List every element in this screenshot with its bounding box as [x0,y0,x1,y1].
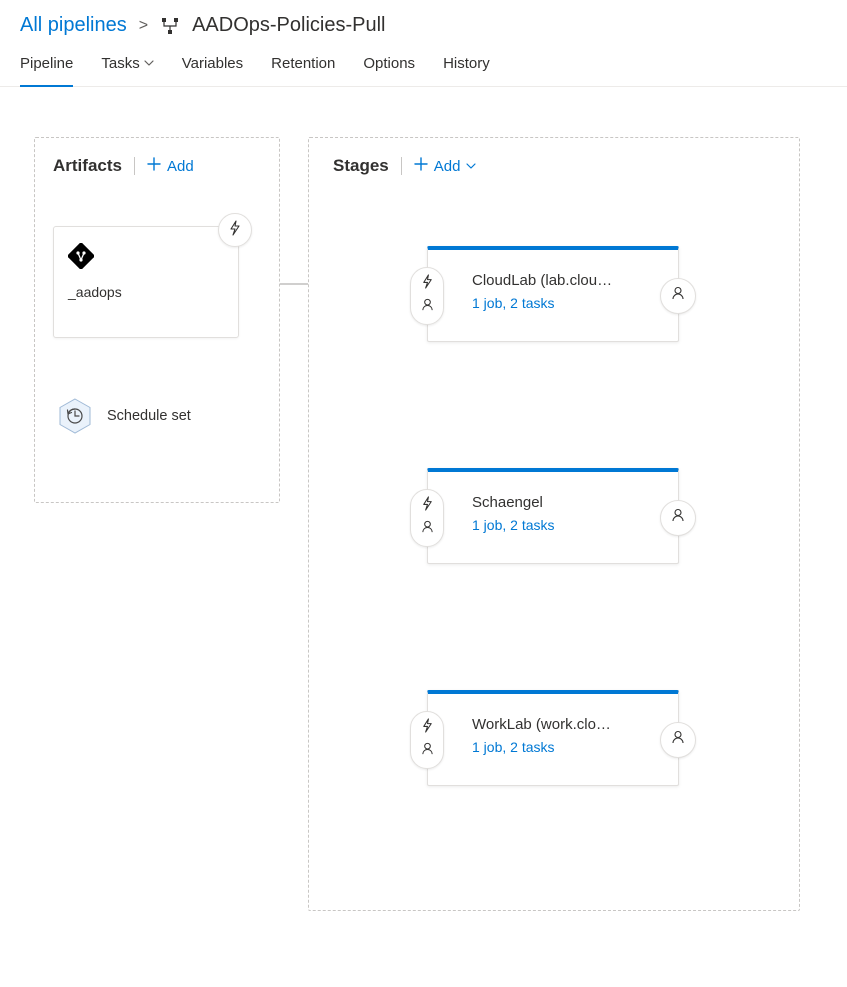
breadcrumb-root-link[interactable]: All pipelines [20,14,127,37]
person-icon [670,285,686,306]
post-deployment-conditions-button[interactable] [660,278,696,314]
tab-tasks-label: Tasks [101,55,139,72]
stage-row: WorkLab (work.clo… 1 job, 2 tasks [427,690,775,786]
artifacts-panel-title: Artifacts [53,156,122,176]
divider [134,157,135,175]
tab-retention[interactable]: Retention [271,55,335,86]
tab-pipeline[interactable]: Pipeline [20,55,73,86]
tab-options[interactable]: Options [363,55,415,86]
stages-panel-title: Stages [333,156,389,176]
post-deployment-conditions-button[interactable] [660,500,696,536]
person-icon [670,729,686,750]
post-deployment-conditions-button[interactable] [660,722,696,758]
artifact-name: _aadops [68,284,224,300]
schedule-label: Schedule set [107,408,191,424]
bolt-icon [227,220,243,241]
bolt-icon [420,274,435,294]
tab-history[interactable]: History [443,55,490,86]
person-icon [670,507,686,528]
stages-list: CloudLab (lab.clou… 1 job, 2 tasks [333,226,775,786]
add-stage-button[interactable]: Add [414,157,477,175]
person-icon [420,519,435,539]
plus-icon [414,157,428,175]
divider [401,157,402,175]
stage-tasks-link[interactable]: 1 job, 2 tasks [472,739,630,755]
tabs-bar: Pipeline Tasks Variables Retention Optio… [0,43,847,87]
artifacts-panel: Artifacts Add [34,137,280,503]
tab-tasks[interactable]: Tasks [101,55,153,86]
add-artifact-button[interactable]: Add [147,157,194,175]
stage-name: Schaengel [472,494,630,511]
plus-icon [147,157,161,175]
pipeline-canvas: Artifacts Add [0,87,847,941]
add-artifact-label: Add [167,158,194,175]
stage-row: CloudLab (lab.clou… 1 job, 2 tasks [427,246,775,342]
breadcrumb: All pipelines > AADOps-Policies-Pull [0,0,847,43]
pipeline-type-icon [160,16,180,36]
schedule-row[interactable]: Schedule set [55,396,261,436]
artifacts-panel-header: Artifacts Add [53,156,261,176]
stage-name: WorkLab (work.clo… [472,716,630,733]
bolt-icon [420,718,435,738]
schedule-icon [55,396,95,436]
stage-card[interactable]: WorkLab (work.clo… 1 job, 2 tasks [427,690,679,786]
pre-deployment-conditions-button[interactable] [410,711,444,769]
bolt-icon [420,496,435,516]
chevron-down-icon [144,55,154,72]
stage-name: CloudLab (lab.clou… [472,272,630,289]
breadcrumb-separator: > [139,17,148,35]
stage-card[interactable]: Schaengel 1 job, 2 tasks [427,468,679,564]
artifact-trigger-button[interactable] [218,213,252,247]
pre-deployment-conditions-button[interactable] [410,267,444,325]
add-stage-label: Add [434,158,461,175]
stage-tasks-link[interactable]: 1 job, 2 tasks [472,517,630,533]
stages-panel-header: Stages Add [333,156,775,176]
pre-deployment-conditions-button[interactable] [410,489,444,547]
person-icon [420,741,435,761]
stage-row: Schaengel 1 job, 2 tasks [427,468,775,564]
stage-card[interactable]: CloudLab (lab.clou… 1 job, 2 tasks [427,246,679,342]
chevron-down-icon [466,158,476,175]
stage-tasks-link[interactable]: 1 job, 2 tasks [472,295,630,311]
tab-variables[interactable]: Variables [182,55,243,86]
artifact-card[interactable]: _aadops [53,226,239,338]
person-icon [420,297,435,317]
stages-panel: Stages Add [308,137,800,911]
page-title: AADOps-Policies-Pull [192,14,385,37]
git-icon [68,243,224,274]
